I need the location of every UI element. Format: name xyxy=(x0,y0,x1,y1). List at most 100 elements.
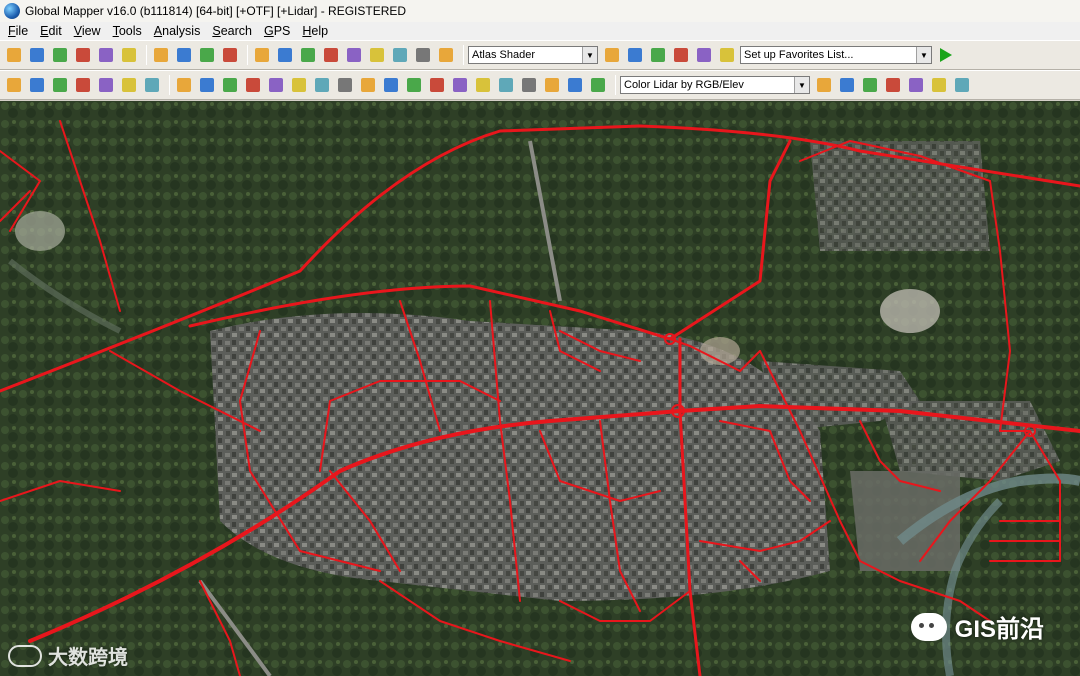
lidar-buildings-icon xyxy=(886,78,900,92)
feature-tool-3-button[interactable] xyxy=(289,75,309,95)
view-button[interactable] xyxy=(694,45,714,65)
feature-tool-1-button[interactable] xyxy=(243,75,263,95)
reshape-icon xyxy=(545,78,559,92)
satellite-map-canvas[interactable] xyxy=(0,101,1080,676)
area-button[interactable] xyxy=(96,75,116,95)
gps-track-icon xyxy=(7,78,21,92)
zoom-full-button[interactable] xyxy=(197,45,217,65)
home-button[interactable] xyxy=(220,45,240,65)
path-button[interactable] xyxy=(717,45,737,65)
save-button[interactable] xyxy=(27,45,47,65)
lidar-buildings-button[interactable] xyxy=(883,75,903,95)
config-button[interactable] xyxy=(119,45,139,65)
lidar-color-select-value: Color Lidar by RGB/Elev xyxy=(624,79,744,91)
pan-button[interactable] xyxy=(275,45,295,65)
lidar-mv-button[interactable] xyxy=(837,75,857,95)
point-edit-button[interactable] xyxy=(174,75,194,95)
menu-help[interactable]: Help xyxy=(296,24,334,38)
feature-tool-10-button[interactable] xyxy=(450,75,470,95)
lidar-more-button[interactable] xyxy=(952,75,972,95)
feature-tool-2-button[interactable] xyxy=(266,75,286,95)
map-tools-group xyxy=(252,45,459,65)
feature-button[interactable] xyxy=(344,45,364,65)
title-bar: Global Mapper v16.0 (b111814) [64-bit] [… xyxy=(0,0,1080,22)
ruler-icon xyxy=(674,48,688,62)
feature-tool-12-button[interactable] xyxy=(496,75,516,95)
globe-button[interactable] xyxy=(50,45,70,65)
ruler-button[interactable] xyxy=(671,45,691,65)
terrain-icon xyxy=(651,48,665,62)
route-button[interactable] xyxy=(27,75,47,95)
terrain-button[interactable] xyxy=(648,45,668,65)
measure-button[interactable] xyxy=(298,45,318,65)
run-button[interactable] xyxy=(936,45,956,65)
menu-search[interactable]: Search xyxy=(206,24,258,38)
palette-button[interactable] xyxy=(602,45,622,65)
lidar-color-select[interactable]: Color Lidar by RGB/Elev ▼ xyxy=(620,76,810,94)
lidar-lv-button[interactable] xyxy=(814,75,834,95)
home-icon xyxy=(223,48,237,62)
menu-view[interactable]: View xyxy=(68,24,107,38)
link-button[interactable] xyxy=(73,75,93,95)
vertex-button[interactable] xyxy=(197,75,217,95)
brand-logo-icon xyxy=(8,644,42,667)
image-button[interactable] xyxy=(96,45,116,65)
feature-tool-13-button[interactable] xyxy=(519,75,539,95)
bare-ground xyxy=(15,211,65,251)
lidar-mv-icon xyxy=(840,78,854,92)
feature-tool-11-button[interactable] xyxy=(473,75,493,95)
gps-track-button[interactable] xyxy=(4,75,24,95)
lidar-water-button[interactable] xyxy=(929,75,949,95)
lidar-lv-icon xyxy=(817,78,831,92)
analysis-tools-group xyxy=(4,75,165,95)
arrow-button[interactable] xyxy=(565,75,585,95)
watermark-right-text: GIS前沿 xyxy=(954,616,1044,643)
menu-file[interactable]: File xyxy=(2,24,34,38)
lidar-people-button[interactable] xyxy=(906,75,926,95)
favorites-select[interactable]: Set up Favorites List... ▼ xyxy=(740,46,932,64)
edit-button[interactable] xyxy=(390,45,410,65)
watermark-left-text: 大数跨境 xyxy=(48,647,128,669)
select-button[interactable] xyxy=(252,45,272,65)
digitize-button[interactable] xyxy=(367,45,387,65)
volume-button[interactable] xyxy=(119,75,139,95)
reshape-button[interactable] xyxy=(542,75,562,95)
shader-select[interactable]: Atlas Shader ▼ xyxy=(468,46,598,64)
layers-button[interactable] xyxy=(73,45,93,65)
grid-button[interactable] xyxy=(142,75,162,95)
area-icon xyxy=(99,78,113,92)
zoom-in-icon xyxy=(154,48,168,62)
menu-edit[interactable]: Edit xyxy=(34,24,68,38)
open-folder-button[interactable] xyxy=(4,45,24,65)
feature-tool-1-icon xyxy=(246,78,260,92)
point-edit-icon xyxy=(177,78,191,92)
line-tool-button[interactable] xyxy=(220,75,240,95)
menu-analysis[interactable]: Analysis xyxy=(148,24,207,38)
feature-tool-4-button[interactable] xyxy=(312,75,332,95)
vertex-icon xyxy=(200,78,214,92)
info-button[interactable] xyxy=(321,45,341,65)
menu-tools[interactable]: Tools xyxy=(107,24,148,38)
globe-app-icon xyxy=(4,3,20,19)
feature-tool-5-button[interactable] xyxy=(335,75,355,95)
dropdown-tool-button[interactable] xyxy=(413,45,433,65)
chevron-down-icon: ▼ xyxy=(582,47,597,63)
play-icon xyxy=(940,48,952,62)
feature-tool-8-button[interactable] xyxy=(404,75,424,95)
feature-tool-6-button[interactable] xyxy=(358,75,378,95)
feature-tool-7-button[interactable] xyxy=(381,75,401,95)
binoculars-button[interactable] xyxy=(436,45,456,65)
undo-shape-button[interactable] xyxy=(588,75,608,95)
feature-tool-7-icon xyxy=(384,78,398,92)
zoom-in-button[interactable] xyxy=(151,45,171,65)
feature-tool-9-button[interactable] xyxy=(427,75,447,95)
lidar-hv-button[interactable] xyxy=(860,75,880,95)
path-profile-button[interactable] xyxy=(50,75,70,95)
3d-button[interactable] xyxy=(625,45,645,65)
feature-tool-9-icon xyxy=(430,78,444,92)
feature-tool-2-icon xyxy=(269,78,283,92)
select-icon xyxy=(255,48,269,62)
menu-gps[interactable]: GPS xyxy=(258,24,296,38)
map-view[interactable]: 大数跨境 GIS前沿 xyxy=(0,101,1080,676)
zoom-out-button[interactable] xyxy=(174,45,194,65)
